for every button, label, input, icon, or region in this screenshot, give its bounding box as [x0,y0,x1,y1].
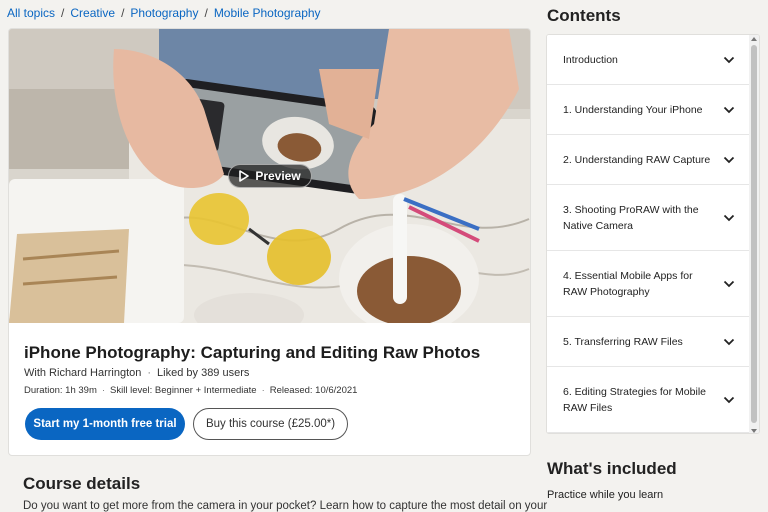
meta-separator: · [147,367,152,379]
toc-item-label: 2. Understanding RAW Capture [563,153,711,166]
course-title: iPhone Photography: Capturing and Editin… [24,343,481,362]
toc-item-label: 1. Understanding Your iPhone [563,103,703,116]
contents-list: Introduction 1. Understanding Your iPhon… [547,35,751,433]
course-details-heading: Course details [23,474,141,493]
preview-button[interactable]: Preview [228,164,312,188]
chevron-down-icon [723,280,735,287]
course-duration: Duration: 1h 39m [24,385,97,396]
chevron-down-icon [723,396,735,403]
toc-item-chapter-2[interactable]: 2. Understanding RAW Capture [547,135,751,185]
toc-item-chapter-4[interactable]: 4. Essential Mobile Apps for RAW Photogr… [547,251,751,317]
scroll-down-arrow-icon[interactable] [751,429,757,433]
breadcrumb-separator: / [121,6,125,20]
scroll-up-arrow-icon[interactable] [751,37,757,41]
toc-item-chapter-5[interactable]: 5. Transferring RAW Files [547,317,751,367]
preview-label: Preview [255,169,301,183]
chevron-down-icon [723,338,735,345]
contents-heading: Contents [547,6,621,25]
contents-scrollbar[interactable] [749,35,759,433]
chevron-down-icon [723,56,735,63]
breadcrumb-mobile-photography[interactable]: Mobile Photography [214,6,321,20]
chevron-down-icon [723,156,735,163]
buy-course-button[interactable]: Buy this course (£25.00*) [193,408,348,440]
meta-separator: · [261,385,265,396]
toc-item-label: Introduction [563,53,618,66]
author-line: With Richard Harrington · Liked by 389 u… [24,367,249,379]
breadcrumb-all-topics[interactable]: All topics [7,6,55,20]
breadcrumb-separator: / [204,6,208,20]
course-author[interactable]: With Richard Harrington [24,367,141,379]
toc-item-label: 4. Essential Mobile Apps for RAW Photogr… [563,269,693,298]
breadcrumb-separator: / [61,6,65,20]
toc-item-introduction[interactable]: Introduction [547,35,751,85]
toc-item-chapter-1[interactable]: 1. Understanding Your iPhone [547,85,751,135]
course-likes: Liked by 389 users [157,367,250,379]
breadcrumb: All topics / Creative / Photography / Mo… [7,6,321,20]
course-skill-level: Skill level: Beginner + Intermediate [110,385,257,396]
course-meta: Duration: 1h 39m · Skill level: Beginner… [24,385,357,396]
breadcrumb-photography[interactable]: Photography [130,6,198,20]
breadcrumb-creative[interactable]: Creative [70,6,115,20]
course-card: Preview iPhone Photography: Capturing an… [8,28,531,456]
chevron-down-icon [723,106,735,113]
meta-separator: · [101,385,106,396]
scrollbar-thumb[interactable] [751,45,757,423]
chevron-down-icon [723,214,735,221]
play-icon [239,170,250,182]
whats-included-heading: What's included [547,459,677,478]
start-free-trial-button[interactable]: Start my 1-month free trial [25,408,185,440]
contents-panel: Introduction 1. Understanding Your iPhon… [546,34,760,434]
toc-item-label: 5. Transferring RAW Files [563,335,683,348]
toc-item-label: 3. Shooting ProRAW with the Native Camer… [563,203,699,232]
included-item: Practice while you learn [547,489,664,501]
course-hero-image[interactable]: Preview [9,29,530,323]
course-details-text: Do you want to get more from the camera … [23,500,548,512]
toc-item-label: 6. Editing Strategies for Mobile RAW Fil… [563,385,706,414]
course-release-date: Released: 10/6/2021 [269,385,358,396]
toc-item-chapter-3[interactable]: 3. Shooting ProRAW with the Native Camer… [547,185,751,251]
toc-item-chapter-6[interactable]: 6. Editing Strategies for Mobile RAW Fil… [547,367,751,433]
